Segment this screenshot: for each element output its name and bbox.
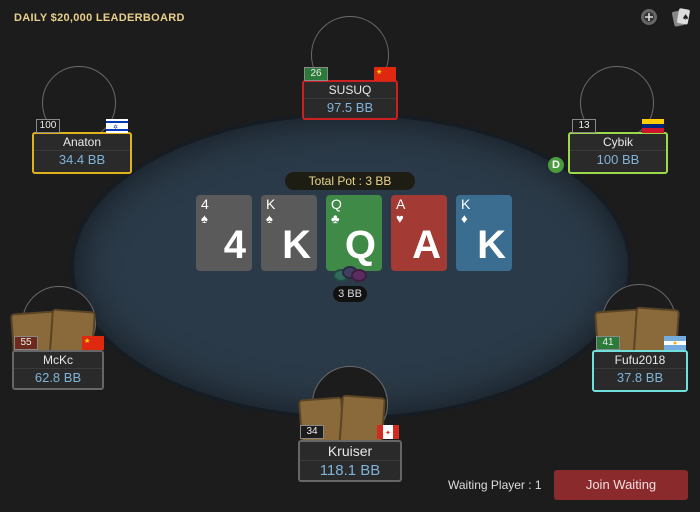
level-badge: 13 [572,119,596,133]
player-name: Fufu2018 [594,352,686,369]
add-chip-icon[interactable] [638,6,660,28]
board-card: K ♦ K [456,195,512,271]
player-stack: 34.4 BB [58,152,106,167]
board-card: Q ♣ Q [326,195,382,271]
player-stack: 118.1 BB [319,462,381,479]
cards-icon[interactable]: ♠ [670,6,692,28]
top-icons: ♠ [638,6,692,28]
flag-argentina-icon [664,336,686,350]
player-stack: 37.8 BB [616,370,664,385]
community-cards: 4 ♠ 4 K ♠ K Q ♣ Q A ♥ A K ♦ K [196,195,512,271]
player-stack: 62.8 BB [34,370,82,385]
total-pot: Total Pot : 3 BB [285,172,415,190]
player-stack: 97.5 BB [326,100,374,115]
dealer-button: D [548,157,564,173]
level-badge: 100 [36,119,60,133]
seat-mckc[interactable]: McKc 62.8 BB [12,350,104,390]
svg-text:✦: ✦ [385,429,391,437]
seat-cybik[interactable]: Cybik 100 BB [568,132,668,174]
level-badge: 34 [300,425,324,439]
svg-text:★: ★ [84,337,90,345]
flag-china-icon: ★ [374,67,396,81]
flag-canada-icon: ✦ [377,425,399,439]
seat-susuq[interactable]: SUSUQ 97.5 BB [302,80,398,120]
chips-stack-icon [333,266,369,282]
level-badge: 41 [596,336,620,350]
chip [351,269,367,282]
seat-kruiser[interactable]: Kruiser 118.1 BB [298,440,402,482]
board-card: A ♥ A [391,195,447,271]
board-card: 4 ♠ 4 [196,195,252,271]
svg-text:✡: ✡ [113,124,118,131]
bet-amount: 3 BB [333,286,367,302]
flag-israel-icon: ✡ [106,119,128,133]
player-name: Anaton [34,134,130,151]
flag-venezuela-icon [642,119,664,133]
seat-fufu2018[interactable]: Fufu2018 37.8 BB [592,350,688,392]
level-badge: 26 [304,67,328,81]
player-name: McKc [14,352,102,369]
board-card: K ♠ K [261,195,317,271]
flag-china-icon: ★ [82,336,104,350]
join-waiting-button[interactable]: Join Waiting [554,470,688,500]
player-name: Cybik [570,134,666,151]
player-name: Kruiser [300,442,400,461]
level-badge: 55 [14,336,38,350]
player-name: SUSUQ [304,82,396,99]
seat-anaton[interactable]: Anaton 34.4 BB [32,132,132,174]
svg-text:♠: ♠ [682,13,689,22]
leaderboard-banner[interactable]: DAILY $20,000 LEADERBOARD [14,12,185,24]
svg-text:★: ★ [376,68,382,76]
waiting-players: Waiting Player : 1 [448,478,542,492]
player-stack: 100 BB [596,152,640,167]
